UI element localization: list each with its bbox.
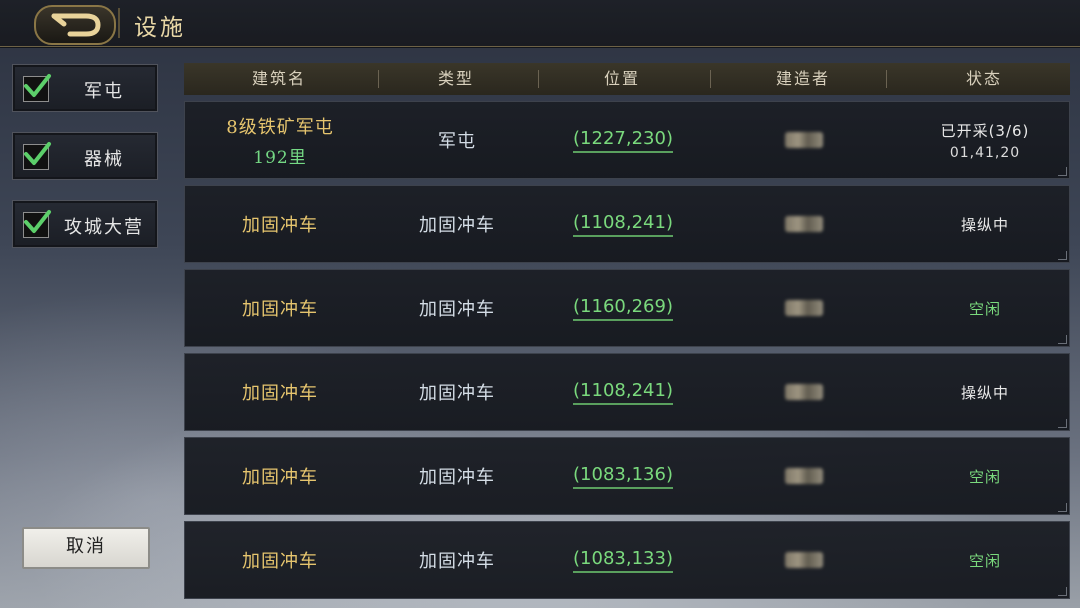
column-header-building-name: 建筑名	[251, 69, 306, 88]
column-divider	[886, 70, 887, 88]
status-cell: 已开采(3/6) 01,41,20	[901, 102, 1069, 178]
filter-military-farm[interactable]: 军屯	[12, 64, 158, 112]
building-type: 加固冲车	[419, 467, 495, 488]
building-name-cell: 加固冲车	[185, 438, 375, 514]
builder-avatar-blurred	[785, 384, 823, 400]
builder-cell	[707, 270, 901, 346]
status-text: 操纵中	[960, 215, 1009, 234]
builder-cell	[707, 186, 901, 262]
filter-label: 攻城大营	[64, 217, 144, 238]
row-corner-ornament	[1058, 587, 1067, 596]
row-corner-ornament	[1058, 419, 1067, 428]
status-text: 空闲	[968, 467, 1001, 486]
check-icon	[24, 210, 51, 233]
status-text: 空闲	[968, 551, 1001, 570]
type-cell: 加固冲车	[375, 186, 539, 262]
status-cell: 空闲	[901, 522, 1069, 598]
type-cell: 加固冲车	[375, 438, 539, 514]
filter-label: 军屯	[84, 81, 124, 102]
building-type: 加固冲车	[419, 551, 495, 572]
column-header-type: 类型	[437, 69, 474, 88]
building-name-cell: 加固冲车	[185, 522, 375, 598]
table-row[interactable]: 8级铁矿军屯 192里 军屯 (1227,230) 已开采(3/6) 01,41…	[184, 101, 1070, 179]
type-cell: 加固冲车	[375, 354, 539, 430]
checkbox[interactable]	[23, 74, 51, 102]
row-corner-ornament	[1058, 335, 1067, 344]
builder-cell	[707, 354, 901, 430]
check-icon	[24, 142, 51, 165]
back-arrow-icon	[51, 13, 101, 37]
position-cell: (1108,241)	[539, 354, 707, 430]
position-cell: (1108,241)	[539, 186, 707, 262]
position-cell: (1083,133)	[539, 522, 707, 598]
row-corner-ornament	[1058, 503, 1067, 512]
builder-avatar-blurred	[785, 468, 823, 484]
coordinate-link[interactable]: (1227,230)	[573, 128, 673, 153]
builder-avatar-blurred	[785, 216, 823, 232]
type-cell: 军屯	[375, 102, 539, 178]
table-row[interactable]: 加固冲车 加固冲车 (1160,269) 空闲	[184, 269, 1070, 347]
check-icon	[24, 74, 51, 97]
position-cell: (1160,269)	[539, 270, 707, 346]
filter-siege-camp[interactable]: 攻城大营	[12, 200, 158, 248]
building-name-cell: 8级铁矿军屯 192里	[185, 102, 375, 178]
coordinate-link[interactable]: (1108,241)	[573, 212, 673, 237]
title-divider	[118, 8, 120, 38]
coordinate-link[interactable]: (1083,133)	[573, 548, 673, 573]
type-cell: 加固冲车	[375, 522, 539, 598]
table-row[interactable]: 加固冲车 加固冲车 (1108,241) 操纵中	[184, 353, 1070, 431]
status-cell: 空闲	[901, 270, 1069, 346]
building-type: 加固冲车	[419, 299, 495, 320]
building-name: 加固冲车	[242, 467, 318, 488]
type-cell: 加固冲车	[375, 270, 539, 346]
building-type: 军屯	[438, 131, 476, 152]
coordinate-link[interactable]: (1108,241)	[573, 380, 673, 405]
distance: 192里	[253, 147, 307, 168]
status-text: 已开采(3/6)	[940, 121, 1030, 140]
filter-label: 器械	[84, 149, 124, 170]
building-name-cell: 加固冲车	[185, 270, 375, 346]
status-text: 空闲	[968, 299, 1001, 318]
column-header-position: 位置	[603, 69, 640, 88]
top-bar: 设施	[0, 0, 1080, 47]
building-name: 加固冲车	[242, 215, 318, 236]
builder-cell	[707, 102, 901, 178]
table-row[interactable]: 加固冲车 加固冲车 (1083,136) 空闲	[184, 437, 1070, 515]
column-header-builder: 建造者	[775, 69, 830, 88]
coordinate-link[interactable]: (1083,136)	[573, 464, 673, 489]
building-type: 加固冲车	[419, 383, 495, 404]
status-cell: 操纵中	[901, 354, 1069, 430]
filter-siege-equipment[interactable]: 器械	[12, 132, 158, 180]
back-button[interactable]	[34, 5, 116, 45]
checkbox[interactable]	[23, 142, 51, 170]
checkbox[interactable]	[23, 210, 51, 238]
table-row[interactable]: 加固冲车 加固冲车 (1083,133) 空闲	[184, 521, 1070, 599]
building-name: 加固冲车	[242, 383, 318, 404]
building-type: 加固冲车	[419, 215, 495, 236]
coordinate-link[interactable]: (1160,269)	[573, 296, 673, 321]
building-name-cell: 加固冲车	[185, 354, 375, 430]
page-title: 设施	[134, 15, 186, 41]
status-cell: 空闲	[901, 438, 1069, 514]
row-corner-ornament	[1058, 251, 1067, 260]
position-cell: (1227,230)	[539, 102, 707, 178]
cancel-button[interactable]: 取消	[22, 527, 150, 569]
builder-cell	[707, 438, 901, 514]
building-name: 加固冲车	[242, 551, 318, 572]
table-header: 建筑名 类型 位置 建造者 状态	[184, 63, 1070, 95]
row-corner-ornament	[1058, 167, 1067, 176]
position-cell: (1083,136)	[539, 438, 707, 514]
builder-avatar-blurred	[785, 132, 823, 148]
builder-avatar-blurred	[785, 552, 823, 568]
countdown-timer: 01,41,20	[949, 144, 1021, 161]
building-name-cell: 加固冲车	[185, 186, 375, 262]
builder-cell	[707, 522, 901, 598]
status-cell: 操纵中	[901, 186, 1069, 262]
building-name: 8级铁矿军屯	[226, 116, 334, 138]
status-text: 操纵中	[960, 383, 1009, 402]
column-header-status: 状态	[965, 69, 1002, 88]
table-row[interactable]: 加固冲车 加固冲车 (1108,241) 操纵中	[184, 185, 1070, 263]
builder-avatar-blurred	[785, 300, 823, 316]
building-name: 加固冲车	[242, 299, 318, 320]
